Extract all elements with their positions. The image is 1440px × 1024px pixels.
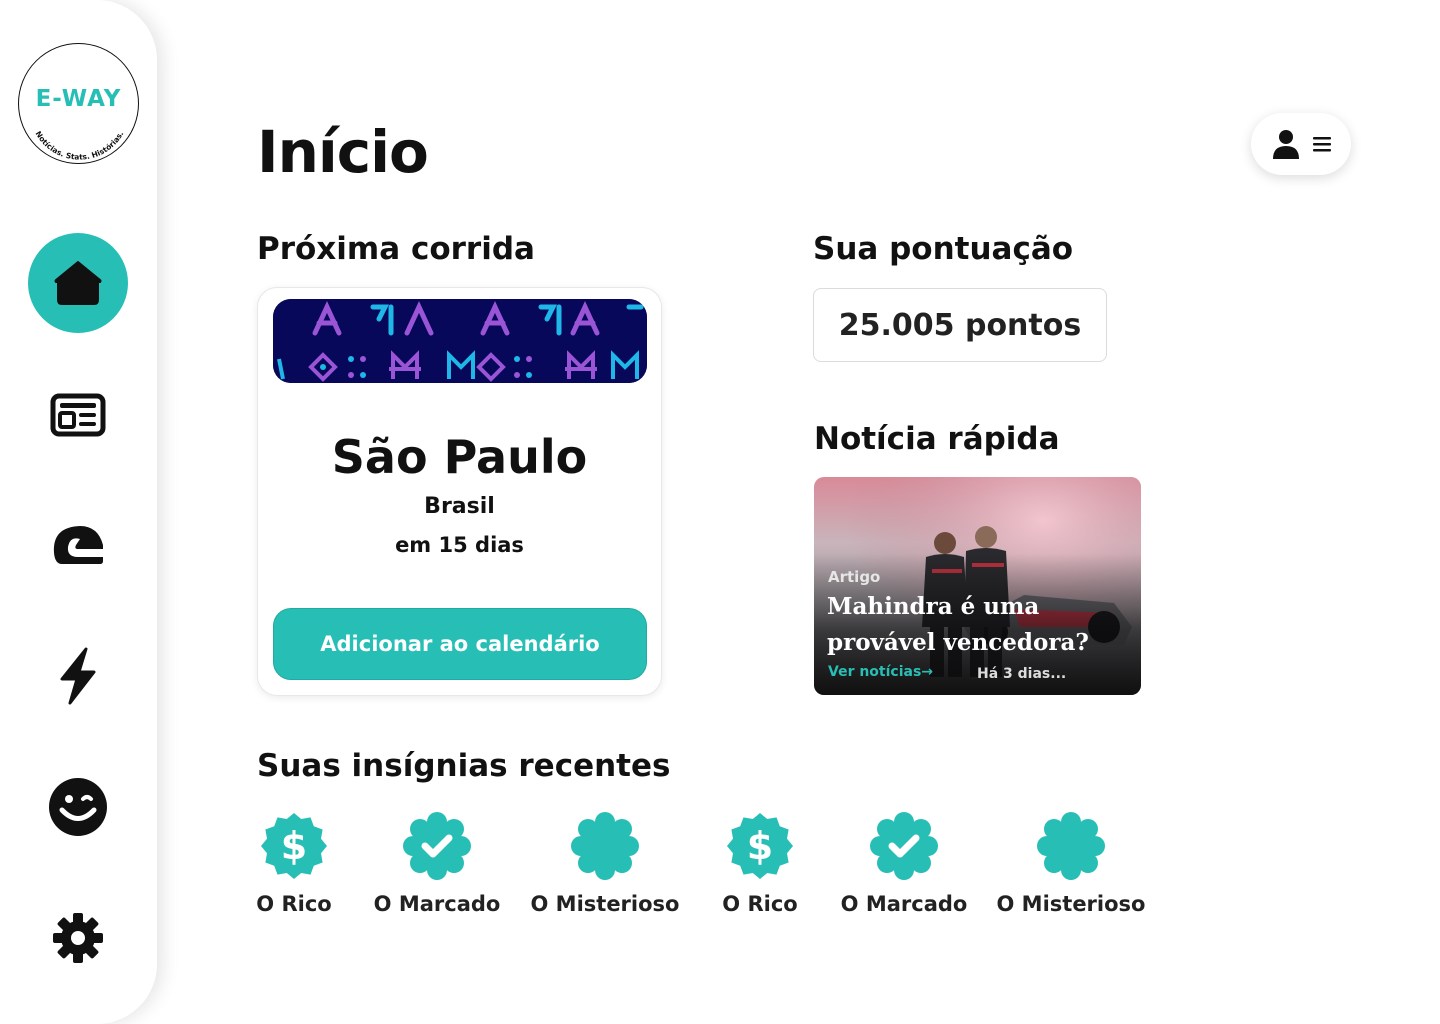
badge-label: O Misterioso <box>530 892 680 916</box>
user-icon <box>1273 130 1299 159</box>
svg-text:Notícias. Stats. Histórias.: Notícias. Stats. Histórias. <box>34 129 126 161</box>
news-timestamp: Há 3 dias... <box>977 666 1067 682</box>
newspaper-icon <box>50 393 106 437</box>
wink-face-icon <box>49 778 107 836</box>
score-title: Sua pontuação <box>813 231 1074 267</box>
svg-text:$: $ <box>281 824 307 868</box>
badges-title: Suas insígnias recentes <box>257 748 671 784</box>
blank-badge-icon <box>1036 812 1105 880</box>
badge-item[interactable]: $ O Rico <box>256 812 332 916</box>
badge-item[interactable]: O Marcado <box>840 812 968 916</box>
dollar-badge-icon: $ <box>260 813 327 879</box>
news-headline: Mahindra é uma provável vencedora? <box>827 593 1089 656</box>
check-badge-icon <box>869 812 938 880</box>
badge-item[interactable]: O Misterioso <box>530 812 680 916</box>
add-to-calendar-button[interactable]: Adicionar ao calendário <box>273 608 647 680</box>
arrow-right-icon: → <box>921 664 934 680</box>
badge-label: O Marcado <box>840 892 968 916</box>
next-race-title: Próxima corrida <box>257 231 535 267</box>
quick-news-card[interactable]: Artigo Mahindra é uma provável vencedora… <box>814 477 1141 695</box>
badge-label: O Rico <box>722 892 798 916</box>
nav-energy[interactable] <box>28 626 128 726</box>
gear-icon <box>53 913 103 963</box>
quick-news-title: Notícia rápida <box>814 421 1060 457</box>
check-badge-icon <box>402 812 471 880</box>
badge-item[interactable]: O Marcado <box>373 812 501 916</box>
sidebar: E-WAY Notícias. Stats. Histórias. <box>0 0 157 1024</box>
helmet-icon <box>53 526 103 564</box>
race-banner-pattern <box>273 299 647 383</box>
see-news-label: Ver notícias <box>828 664 922 680</box>
page-title: Início <box>257 118 429 186</box>
lightning-icon <box>60 647 96 705</box>
home-icon <box>54 261 102 305</box>
race-city: São Paulo <box>331 430 588 484</box>
badge-item[interactable]: O Misterioso <box>996 812 1146 916</box>
race-countdown: em 15 dias <box>395 533 524 557</box>
news-shade <box>814 477 1141 695</box>
eway-logo[interactable]: E-WAY Notícias. Stats. Histórias. <box>18 43 139 164</box>
nav-drivers[interactable] <box>28 495 128 595</box>
race-country: Brasil <box>424 494 495 519</box>
nav-home[interactable] <box>28 233 128 333</box>
svg-text:$: $ <box>747 824 773 868</box>
news-category: Artigo <box>828 568 881 586</box>
next-race-card: São Paulo Brasil em 15 dias Adicionar ao… <box>257 287 662 696</box>
logo-tagline: Notícias. Stats. Histórias. <box>34 129 126 161</box>
see-news-link[interactable]: Ver notícias→ <box>828 664 933 680</box>
score-value: 25.005 pontos <box>813 288 1107 362</box>
dollar-badge-icon: $ <box>726 813 793 879</box>
badge-label: O Misterioso <box>996 892 1146 916</box>
badge-label: O Rico <box>256 892 332 916</box>
menu-icon <box>1313 137 1331 152</box>
blank-badge-icon <box>570 812 639 880</box>
badge-item[interactable]: $ O Rico <box>722 812 798 916</box>
user-menu-button[interactable] <box>1251 113 1351 175</box>
nav-settings[interactable] <box>28 888 128 988</box>
badge-label: O Marcado <box>373 892 501 916</box>
nav-news[interactable] <box>28 365 128 465</box>
nav-fun[interactable] <box>28 757 128 857</box>
